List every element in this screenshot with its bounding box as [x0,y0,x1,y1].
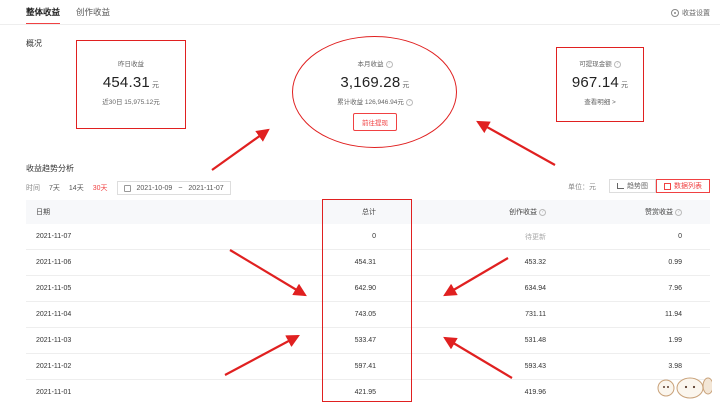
cell-praise-income: 0 [678,233,682,240]
cell-date: 2021-11-07 [36,233,72,240]
line-chart-icon [617,183,624,189]
cell-praise-income: 7.96 [668,285,682,292]
arrow-to-month-right [476,120,556,166]
cell-date: 2021-11-01 [36,389,72,396]
tabs-divider [0,24,720,25]
annotation-ellipse-month [292,36,457,148]
range-30-days[interactable]: 30天 [93,183,108,193]
list-icon [664,182,671,190]
time-label: 时间 [26,185,40,192]
cell-date: 2021-11-05 [36,285,72,292]
range-7-days[interactable]: 7天 [49,183,60,193]
mascot-sticker-icon [657,377,712,399]
trend-filters: 时间 7天 14天 30天 2021-10-09 ~ 2021-11-07 [26,181,231,195]
unit-label: 单位：元 [568,184,596,191]
income-settings-label: 收益设置 [682,10,710,17]
date-end: 2021-11-07 [188,184,224,192]
cell-praise-income: 1.99 [668,337,682,344]
calendar-icon [123,184,131,192]
annotation-box-yesterday [76,40,186,129]
range-14-days[interactable]: 14天 [69,183,84,193]
main-tabs: 整体收益 创作收益 [26,6,110,25]
cell-date: 2021-11-06 [36,259,72,266]
date-separator: ~ [178,184,183,192]
cell-praise-income: 11.94 [665,311,682,318]
annotation-box-withdrawable [556,47,644,122]
trend-title: 收益趋势分析 [26,164,74,173]
tab-overall-income[interactable]: 整体收益 [26,6,61,25]
header-praise-income: 赞赏收益? [546,207,700,217]
overview-title: 概况 [26,39,42,48]
cell-praise-income: 0.99 [668,259,682,266]
cell-date: 2021-11-04 [36,311,72,318]
header-date: 日期 [36,209,50,216]
date-range-picker[interactable]: 2021-10-09 ~ 2021-11-07 [116,181,231,195]
cell-date: 2021-11-02 [36,363,72,370]
help-icon[interactable]: ? [539,208,546,216]
income-settings-link[interactable]: 收益设置 [671,8,710,18]
gear-icon [671,9,679,17]
data-list-button[interactable]: 数据列表 [656,179,710,193]
cell-date: 2021-11-03 [36,337,72,344]
help-icon[interactable]: ? [675,208,682,216]
arrow-to-month-left [211,128,270,171]
view-toggle: 趋势图 数据列表 [609,179,710,193]
annotation-box-total-column [322,199,412,402]
trend-chart-button[interactable]: 趋势图 [609,179,656,193]
tab-creation-income[interactable]: 创作收益 [76,6,110,25]
date-start: 2021-10-09 [136,184,173,192]
